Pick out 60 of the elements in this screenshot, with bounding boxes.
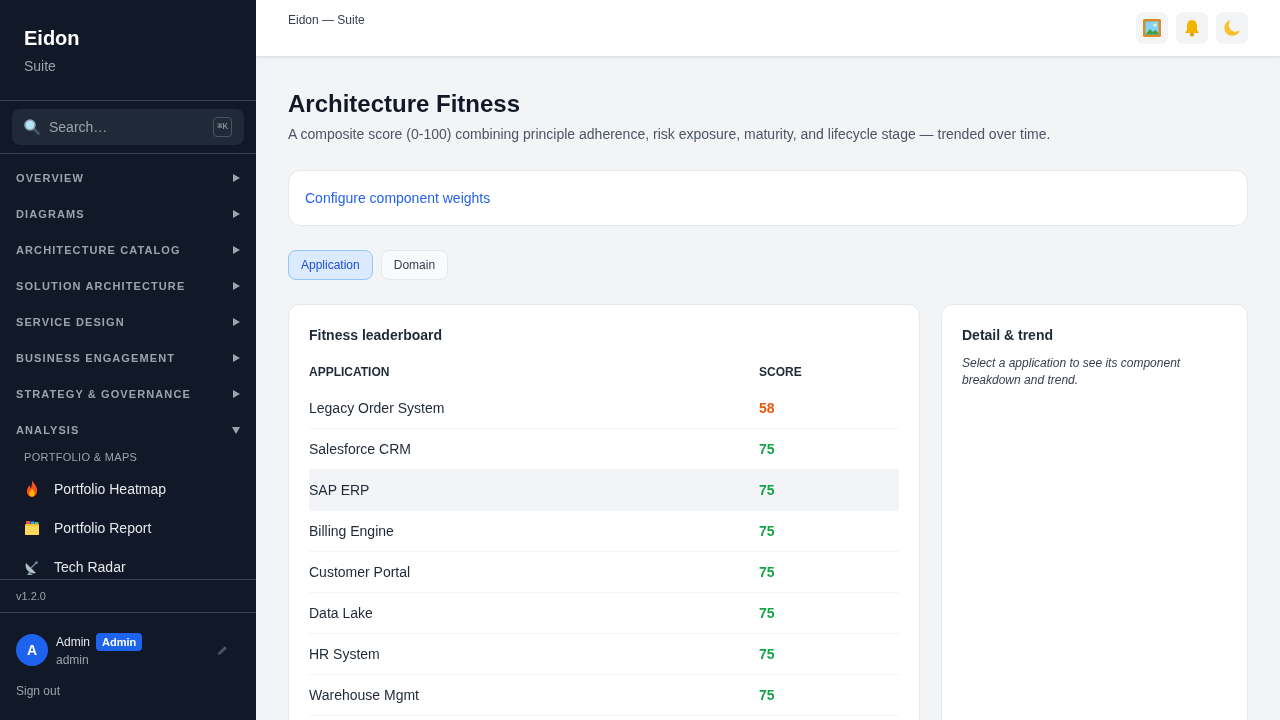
avatar: A	[16, 634, 48, 666]
theme-button[interactable]	[1216, 12, 1248, 44]
satellite-dish-icon	[24, 558, 40, 575]
score-cell-text: 58	[759, 399, 775, 418]
breadcrumb: Eidon — Suite	[288, 12, 365, 28]
username: admin	[56, 651, 89, 668]
gallery-button[interactable]	[1136, 12, 1168, 44]
brand-name: Eidon	[24, 26, 81, 51]
score-cell-text: 75	[759, 686, 775, 705]
table-cell-text: SAP ERP	[309, 481, 370, 500]
column-header: APPLICATION	[309, 364, 390, 380]
nav-link[interactable]: Portfolio Report	[54, 517, 152, 538]
score-cell-text: 75	[759, 481, 775, 500]
nav-section[interactable]: ANALYSIS	[0, 412, 256, 448]
nav-section[interactable]: SOLUTION ARCHITECTURE	[0, 268, 256, 304]
version-label: v1.2.0	[16, 589, 46, 604]
framed-picture-icon	[1143, 19, 1161, 37]
table-cell-text: Data Lake	[309, 604, 373, 623]
nav-section[interactable]: BUSINESS ENGAGEMENT	[0, 340, 256, 376]
tab[interactable]: Domain	[380, 250, 449, 280]
nav-section[interactable]: ARCHITECTURE CATALOG	[0, 232, 256, 268]
user-name: Admin	[56, 633, 90, 650]
detail-hint: Select a application to see its component breakdown and trend.	[962, 355, 1182, 389]
pencil-icon[interactable]	[217, 644, 228, 656]
table-row[interactable]: SAP ERP 75	[309, 470, 899, 511]
configure-weights-link[interactable]: Configure component weights	[305, 188, 491, 208]
nav-group-label: PORTFOLIO & MAPS	[23, 450, 139, 465]
nav-link[interactable]: Tech Radar	[54, 556, 126, 577]
search-icon	[24, 119, 40, 135]
table-cell-text: HR System	[309, 645, 380, 664]
sign-out-link[interactable]: Sign out	[16, 683, 61, 699]
score-cell-text: 75	[759, 440, 775, 459]
nav-link[interactable]: Portfolio Heatmap	[54, 478, 167, 499]
table-cell-text: Warehouse Mgmt	[309, 686, 419, 705]
role-badge: Admin	[96, 632, 143, 651]
notifications-button[interactable]	[1176, 12, 1208, 44]
table-cell-text: Salesforce CRM	[309, 440, 411, 459]
page-subtitle: A composite score (0-100) combining principle adherence, risk exposure, maturity, and lifecycle stage — trended over time.	[288, 125, 1052, 144]
score-cell-text: 75	[759, 563, 775, 582]
bell-icon	[1183, 19, 1201, 37]
moon-icon	[1223, 19, 1241, 37]
nav-section[interactable]: SERVICE DESIGN	[0, 304, 256, 340]
page-title: Architecture Fitness	[288, 89, 522, 119]
folder-icon	[24, 519, 40, 536]
nav-section[interactable]: DIAGRAMS	[0, 196, 256, 232]
table-cell-text: Legacy Order System	[309, 399, 445, 418]
tab[interactable]: Application	[288, 250, 373, 280]
card-title: Detail & trend	[962, 326, 1054, 345]
shortcut-hint: ⌘K	[213, 117, 232, 137]
score-cell-text: 75	[759, 645, 775, 664]
column-header: SCORE	[759, 364, 802, 380]
brand-subtitle: Suite	[24, 57, 57, 76]
nav-section[interactable]: STRATEGY & GOVERNANCE	[0, 376, 256, 412]
card-title: Fitness leaderboard	[309, 326, 444, 345]
fire-icon	[26, 480, 38, 497]
nav-section[interactable]: OVERVIEW	[0, 160, 256, 196]
score-cell-text: 75	[759, 604, 775, 623]
table-cell-text: Customer Portal	[309, 563, 411, 582]
table-cell-text: Billing Engine	[309, 522, 394, 541]
score-cell-text: 75	[759, 522, 775, 541]
